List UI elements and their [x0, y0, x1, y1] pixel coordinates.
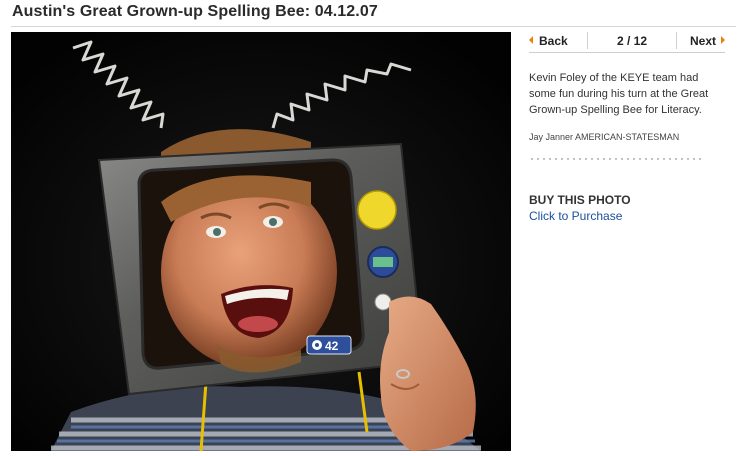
arrow-left-icon [529, 36, 533, 44]
gallery-photo[interactable]: 42 [11, 32, 511, 451]
buy-photo-heading: BUY THIS PHOTO [529, 193, 631, 207]
yellow-knob [357, 190, 397, 230]
photo-credit: Jay Janner AMERICAN-STATESMAN [529, 132, 680, 142]
next-label: Next [689, 34, 716, 48]
photo-sidebar: Back 2 / 12 Next Kevin Foley of the KEYE… [529, 29, 725, 225]
dotted-divider [529, 158, 705, 160]
white-knob [374, 293, 392, 311]
cbs-42-logo: 42 [306, 335, 352, 355]
arrow-right-icon [721, 36, 725, 44]
page-title: Austin's Great Grown-up Spelling Bee: 04… [12, 3, 378, 20]
title-divider [11, 26, 736, 27]
photo-counter: 2 / 12 [616, 34, 648, 48]
back-button[interactable]: Back [529, 34, 568, 48]
photo-caption: Kevin Foley of the KEYE team had some fu… [529, 72, 709, 116]
next-button[interactable]: Next [690, 34, 725, 48]
tv-logo-number: 42 [325, 339, 339, 353]
purchase-link[interactable]: Click to Purchase [529, 209, 622, 223]
pager-divider [676, 32, 677, 49]
back-label: Back [539, 34, 568, 48]
gallery-pager: Back 2 / 12 Next [529, 29, 725, 53]
